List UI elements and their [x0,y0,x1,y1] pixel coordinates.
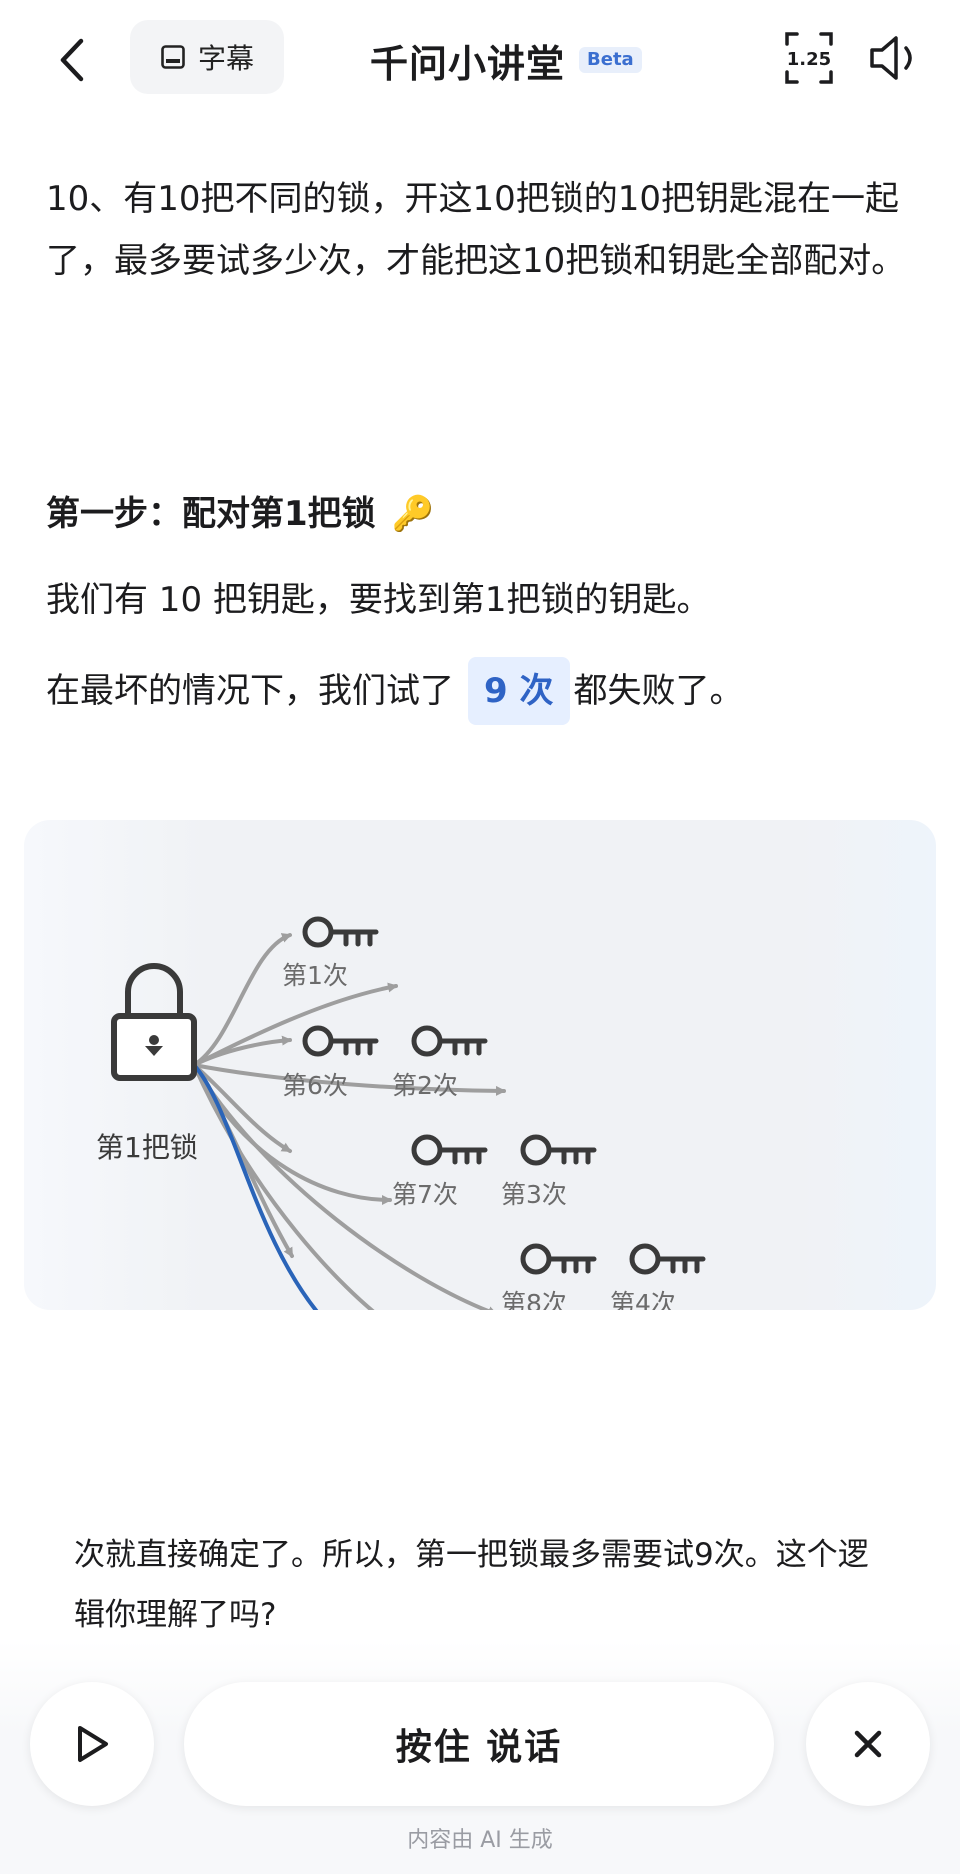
attempt-arrows [192,933,506,1310]
close-button[interactable] [806,1682,930,1806]
playback-speed-button[interactable]: 1.25 [783,30,835,86]
key-icons [302,916,706,1275]
key-icon [411,1134,488,1166]
step-title: 第一步：配对第1把锁 [46,494,376,534]
speed-value: 1.25 [787,49,831,70]
answer-text: 次就直接确定了。所以，第一把锁最多需要试9次。这个逻辑你理解了吗? [74,1537,869,1633]
beta-badge: Beta [579,47,642,73]
explanation-text-after: 都失败了。 [573,671,744,711]
attempt-label: 第8次 [501,1289,567,1310]
page-title: 千问小讲堂 [370,41,566,86]
explanation-line-2: 在最坏的情况下，我们试了 9 次 都失败了。 [46,656,744,726]
attempt-label: 第3次 [501,1180,567,1209]
key-icon [411,1025,488,1057]
key-icon [629,1243,706,1275]
chevron-left-icon [60,38,84,82]
explanation-line-1: 我们有 10 把钥匙，要找到第1把锁的钥匙。 [46,580,711,620]
highlight-attempt-count: 9 次 [468,657,570,725]
key-icon [302,1025,379,1057]
explanation-text-before: 在最坏的情况下，我们试了 [46,671,454,711]
hold-to-talk-button[interactable]: 按住 说话 [184,1682,774,1806]
sound-button[interactable] [866,30,924,86]
lock-icon [111,963,197,1081]
lock-label: 第1把锁 [96,1131,198,1164]
key-icon [520,1134,597,1166]
key-icon [520,1243,597,1275]
step-heading: 第一步：配对第1把锁 🔑 [46,488,434,540]
key-emoji: 🔑 [391,494,435,534]
back-button[interactable] [40,28,104,92]
key-icon [302,916,379,948]
attempt-label: 第2次 [392,1071,458,1100]
subtitle-toggle-button[interactable]: 字幕 [130,20,284,94]
attempt-label: 第4次 [610,1289,676,1310]
page-title-group: 千问小讲堂 Beta [370,28,642,92]
speaker-icon [870,36,912,80]
question-text: 10、有10把不同的锁，开这10把锁的10把钥匙混在一起了，最多要试多少次，才能… [46,179,906,281]
attempt-label: 第1次 [282,961,348,990]
arrow-attempt-1 [192,933,292,1067]
play-button[interactable] [30,1682,154,1806]
diagram-canvas: 第1把锁 第1次 第6次 第2次 第7次 第3次 第8次 第4次 [96,916,706,1310]
play-icon [78,1726,108,1762]
subtitle-icon [161,45,185,69]
key-matching-diagram: 第1把锁 第1次 第6次 第2次 第7次 第3次 第8次 第4次 [24,820,936,1310]
close-icon [854,1730,882,1758]
attempt-label: 第7次 [392,1180,458,1209]
playback-speed-icon: 1.25 [785,32,833,84]
attempt-label: 第6次 [282,1071,348,1100]
ai-generated-footnote: 内容由 AI 生成 [407,1828,553,1853]
subtitle-label: 字幕 [197,42,254,75]
